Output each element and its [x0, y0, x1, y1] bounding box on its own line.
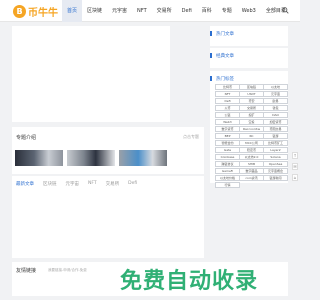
tag-chip[interactable]: 跨链协议 [215, 161, 240, 167]
nav-item-web3[interactable]: Web3 [237, 0, 261, 22]
site-logo[interactable]: B 币牛牛 [13, 4, 58, 19]
topic-thumbnail[interactable] [15, 150, 63, 166]
nav-item-wiki[interactable]: 百科 [197, 0, 217, 22]
tab-latest[interactable]: 最新文章 [16, 181, 34, 189]
friend-links-note[interactable]: 我要链接-申请/合作-免费 [48, 268, 87, 273]
tag-chip[interactable]: NFT [215, 91, 240, 97]
tag-chip[interactable]: 行情 [215, 182, 240, 188]
topics-title: 专题介绍 [16, 135, 37, 141]
tag-chip[interactable]: 数字货币 [215, 126, 240, 132]
nav-item-metaverse[interactable]: 元宇宙 [107, 0, 132, 22]
tag-chip[interactable]: 元宇宙 [263, 91, 288, 97]
search-icon[interactable] [282, 7, 289, 14]
featured-articles-panel: 经典文章 [210, 48, 288, 68]
tag-chip[interactable]: 以太坊 [263, 84, 288, 90]
tag-chip[interactable]: RaccoonSw [239, 126, 264, 132]
tag-chip[interactable]: DAO [263, 112, 288, 118]
tag-chip[interactable]: 币安 [239, 98, 264, 104]
article-tabs: 最新文章 区块链 元宇宙 NFT 交易所 Defi [16, 181, 146, 189]
main-nav: 首页 区块链 元宇宙 NFT 交易所 Defi 百科 专题 Web3 全部目录 [62, 0, 291, 22]
tag-chip[interactable]: USDT [239, 91, 264, 97]
site-name: 币牛牛 [28, 7, 58, 19]
mail-icon[interactable]: ✉ [292, 163, 298, 170]
tab-defi[interactable]: Defi [128, 181, 137, 189]
tag-chip[interactable]: 挖矿 [239, 112, 264, 118]
tag-chip[interactable]: 以太坊价格 [215, 175, 240, 181]
tag-chip[interactable]: OpenSea [263, 161, 288, 167]
topic-thumbnail[interactable] [119, 150, 167, 166]
tab-blockchain[interactable]: 区块链 [43, 181, 57, 189]
tag-chip[interactable]: 币圈交易 [263, 126, 288, 132]
tag-chip[interactable]: 链游新闻 [263, 175, 288, 181]
top-nav-bar: B 币牛牛 首页 区块链 元宇宙 NFT 交易所 Defi 百科 专题 Web3… [0, 0, 300, 22]
tag-chip[interactable]: 欧易 [263, 98, 288, 104]
tag-chip[interactable]: 火币 [215, 105, 240, 111]
tag-chip[interactable]: Gate [215, 147, 240, 153]
tag-chip[interactable]: 智能合约 [215, 140, 240, 146]
watermark-text: 免费自动收录 [120, 269, 259, 294]
tag-chip[interactable]: Defi [215, 98, 240, 104]
section-marker [210, 53, 212, 58]
hot-articles-panel: 热门文章 [210, 26, 288, 46]
scroll-up-icon[interactable]: ↑ [292, 152, 298, 159]
topic-thumbnail[interactable] [67, 150, 115, 166]
tag-chip[interactable]: Coinbase [215, 154, 240, 160]
tag-chip[interactable]: 钱包 [263, 105, 288, 111]
tag-chip[interactable]: 稳定币 [239, 147, 264, 153]
tag-chip[interactable]: 数字藏品 [239, 168, 264, 174]
tag-chip[interactable]: BEP [215, 133, 240, 139]
nav-item-home[interactable]: 首页 [62, 0, 83, 22]
tab-metaverse[interactable]: 元宇宙 [66, 181, 80, 189]
tag-chip[interactable]: 空投 [239, 119, 264, 125]
tab-nft[interactable]: NFT [88, 181, 97, 189]
topics-more-link[interactable]: 点击专题 [183, 134, 199, 140]
hot-tags-panel: 热门标签 比特币 区块链 以太坊 NFT USDT 元宇宙 Defi 币安 欧易火币 交易所 钱包公… [210, 71, 288, 188]
section-marker [210, 76, 212, 81]
nav-item-blockchain[interactable]: 区块链 [82, 0, 107, 22]
tag-chip[interactable]: 比特币矿工 [263, 140, 288, 146]
nav-item-defi[interactable]: Defi [177, 0, 197, 22]
tag-chip[interactable]: RC [239, 133, 264, 139]
nav-item-exchange[interactable]: 交易所 [152, 0, 177, 22]
section-marker [210, 31, 212, 36]
tag-chip[interactable]: Solana [263, 154, 288, 160]
friend-links-title: 友情链接 [16, 268, 37, 274]
tag-chip[interactable]: 链游 [263, 133, 288, 139]
tag-chip[interactable]: Layer2 [263, 147, 288, 153]
tag-chip[interactable]: 交易所 [239, 105, 264, 111]
tag-chip[interactable]: coin资讯 [239, 175, 264, 181]
tag-chip[interactable]: 比特币 [215, 84, 240, 90]
banner-slider[interactable] [12, 26, 170, 122]
tag-chip[interactable]: SHIB [239, 161, 264, 167]
nav-item-nft[interactable]: NFT [132, 0, 152, 22]
tag-chip[interactable]: 加密货币 [263, 119, 288, 125]
featured-articles-title: 经典文章 [216, 54, 234, 59]
hot-articles-title: 热门文章 [216, 32, 234, 37]
tag-chip[interactable]: Web3 [215, 119, 240, 125]
tab-exchange[interactable]: 交易所 [106, 181, 120, 189]
tag-chip[interactable]: 元宇宙概念 [263, 168, 288, 174]
coin-logo-icon: B [13, 4, 26, 18]
tag-chip[interactable]: 公链 [215, 112, 240, 118]
tag-chip[interactable]: 区块链 [239, 84, 264, 90]
tag-chip[interactable]: MCC公司 [239, 140, 264, 146]
nav-item-topics[interactable]: 专题 [217, 0, 237, 22]
tag-chip[interactable]: GameFi [215, 168, 240, 174]
home-icon[interactable]: ⌂ [292, 174, 298, 181]
hot-tags-title: 热门标签 [216, 77, 234, 82]
tag-chip[interactable]: 以太坊2.0 [239, 154, 264, 160]
